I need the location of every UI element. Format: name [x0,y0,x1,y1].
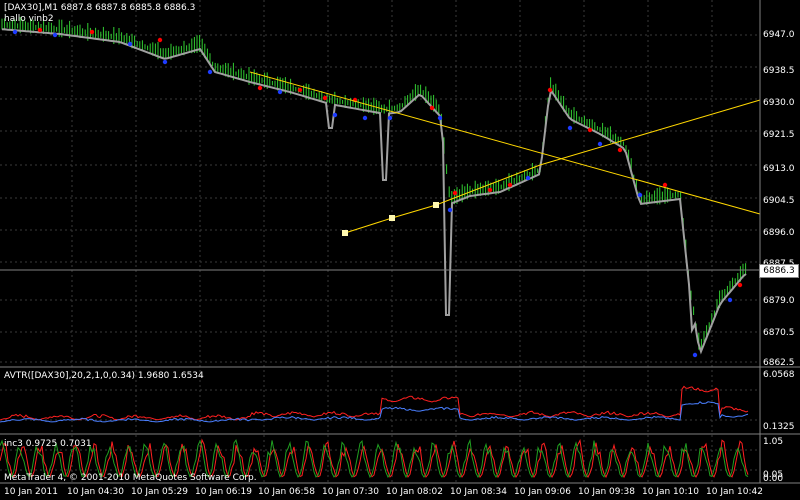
symbol-info: [DAX30],M1 6887.8 6887.8 6885.8 6886.3 [4,3,196,13]
time-label: 10 Jan 10:10 [642,487,699,497]
time-label: 10 Jan 07:30 [322,487,379,497]
chart-canvas[interactable] [0,0,800,500]
time-label: 10 Jan 08:02 [386,487,443,497]
price-label: 6921.5 [763,130,795,140]
price-label: 6870.5 [763,328,795,338]
inc3-label: inc3 0.9725 0.7031 [4,439,92,449]
price-label: 6938.5 [763,66,795,76]
price-label: 6947.0 [763,30,795,40]
time-label: 10 Jan 09:38 [578,487,635,497]
time-label: 10 Jan 10:42 [706,487,763,497]
trend-anchor-1[interactable] [342,230,348,236]
price-label: 6904.5 [763,196,795,206]
price-label: 6913.0 [763,164,795,174]
avtr-label: AVTR([DAX30],20,2,1,0,0.34) 1.9680 1.653… [4,371,204,381]
time-label: 10 Jan 06:58 [258,487,315,497]
price-label: 6862.5 [763,358,795,368]
time-label: 10 Jan 2011 [4,487,58,497]
inc3-top-value: 1.05 [763,437,784,447]
current-price-tag: 6886.3 [759,264,799,278]
avtr-bottom-value: 0.1325 [763,422,795,432]
time-label: 10 Jan 08:34 [450,487,507,497]
price-label: 6930.0 [763,98,795,108]
time-label: 10 Jan 05:29 [131,487,188,497]
time-label: 10 Jan 04:30 [67,487,124,497]
avtr-top-value: 6.0568 [763,370,795,380]
time-label: 10 Jan 06:19 [195,487,252,497]
indicator-name: hallo vinb2 [4,14,54,24]
trend-anchor-3[interactable] [433,202,439,208]
price-label: 6879.0 [763,296,795,306]
copyright: MetaTrader 4, © 2001-2010 MetaQuotes Sof… [4,473,257,483]
inc3-bottom-value: 0.00 [763,474,784,484]
time-label: 10 Jan 09:06 [514,487,571,497]
price-label: 6896.0 [763,228,795,238]
trend-anchor-2[interactable] [389,215,395,221]
